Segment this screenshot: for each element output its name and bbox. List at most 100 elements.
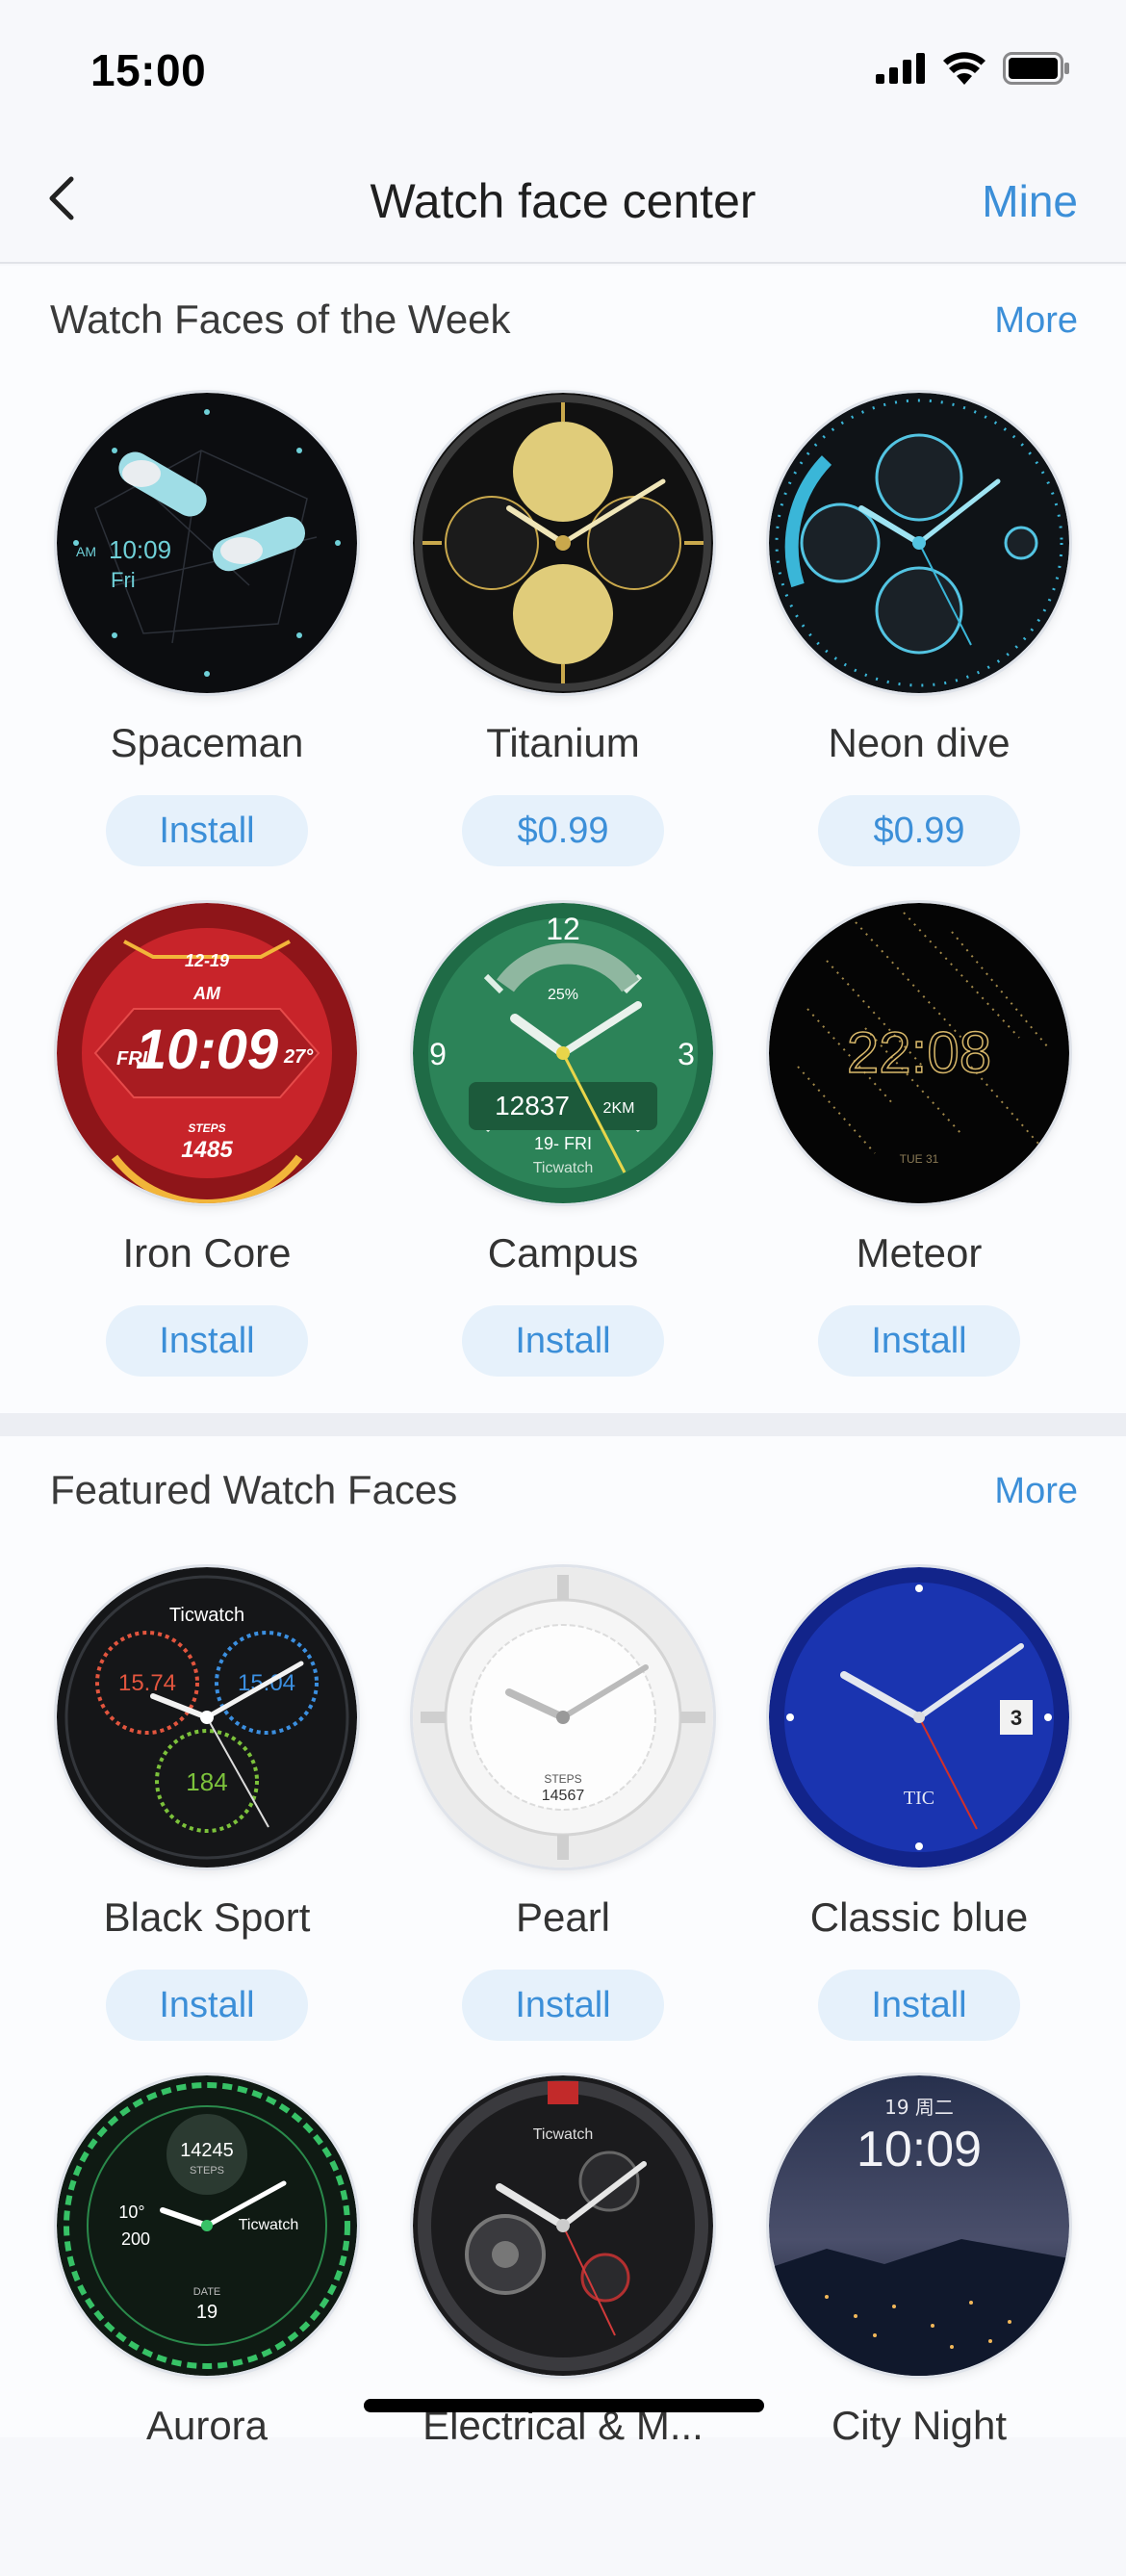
wifi-icon [943, 52, 985, 85]
watch-face-preview[interactable]: AM 10:09 Fri [57, 393, 357, 693]
watch-face-preview[interactable]: 3 TIC [769, 1567, 1069, 1868]
watch-face-card[interactable]: Neon dive $0.99 [741, 393, 1097, 893]
watch-face-preview[interactable]: 19 周二 10:09 [769, 2075, 1069, 2376]
install-button[interactable]: Install [106, 1305, 308, 1377]
steps-value: 14245 [180, 2140, 234, 2161]
status-icons [876, 52, 1070, 85]
nav-bar: Watch face center Mine [0, 144, 1126, 264]
install-button[interactable]: Install [462, 1305, 664, 1377]
face-date: 3 [1011, 1706, 1022, 1730]
face-brand: Ticwatch [239, 2217, 299, 2233]
watch-face-name: Black Sport [103, 1894, 311, 1940]
bottom-value: 184 [186, 1767, 227, 1796]
featured-section: Featured Watch Faces More Ticwatch 15.74… [0, 1436, 1126, 2448]
watch-face-name: Spaceman [110, 720, 304, 765]
watch-face-name: Pearl [515, 1894, 611, 1940]
face-brand: Ticwatch [533, 2126, 594, 2143]
home-indicator [364, 2399, 764, 2412]
watch-face-card[interactable]: STEPS 14567 Pearl Install [385, 1567, 741, 2068]
watch-face-name: City Night [831, 2403, 1008, 2448]
watch-face-name: Iron Core [122, 1230, 292, 1275]
steps-label: STEPS [544, 1772, 581, 1786]
watch-face-preview[interactable]: Ticwatch [413, 2075, 713, 2376]
face-time: 10:09 [109, 535, 171, 564]
left-value: 15.74 [118, 1670, 176, 1696]
hour-12: 12 [546, 912, 580, 946]
section-divider [0, 1413, 1126, 1436]
section-header: Featured Watch Faces More [0, 1436, 1126, 1542]
face-brand: TIC [904, 1788, 934, 1809]
face-date: 12-19 [185, 951, 229, 970]
face-day: FRI [116, 1048, 148, 1069]
watch-face-card[interactable]: 22:08 TUE 31 Meteor Install [741, 903, 1097, 1404]
watch-face-card[interactable]: 19 周二 10:09 City Night [741, 2075, 1097, 2576]
hour-3: 3 [678, 1037, 695, 1071]
face-date: TUE 31 [900, 1152, 939, 1166]
ampm-label: AM [192, 984, 221, 1003]
watch-face-preview[interactable]: 12 3 9 25% 12837 2KM 19- FRI Ticwatch [413, 903, 713, 1203]
signal-icon [876, 53, 925, 84]
face-brand: Ticwatch [169, 1605, 244, 1626]
ampm-label: AM [76, 544, 96, 559]
face-temp: 27° [283, 1046, 314, 1068]
hour-9: 9 [429, 1037, 447, 1071]
battery-icon [1003, 52, 1069, 85]
status-time: 15:00 [90, 45, 207, 95]
week-section: Watch Faces of the Week More AM 10:09 Fr… [0, 266, 1126, 1413]
face-day: Fri [111, 568, 136, 592]
watch-face-card[interactable]: Ticwatch Electrical & M... [385, 2075, 741, 2576]
more-link[interactable]: More [994, 1471, 1078, 1512]
watch-face-name: Aurora [145, 2403, 269, 2448]
price-button[interactable]: $0.99 [818, 795, 1020, 866]
face-value: 200 [121, 2229, 150, 2249]
steps-label: STEPS [190, 2165, 224, 2177]
install-button[interactable]: Install [818, 1305, 1020, 1377]
watch-face-preview[interactable]: Ticwatch 15.74 15.04 184 [57, 1567, 357, 1868]
install-button[interactable]: Install [818, 1970, 1020, 2041]
steps-value: 12837 [495, 1091, 570, 1121]
face-date: 19 [196, 2302, 218, 2323]
watch-face-card[interactable]: 3 TIC Classic blue Install [741, 1567, 1097, 2068]
watch-face-card[interactable]: 12-19 AM 10:09 FRI 27° STEPS 1485 Iron C… [29, 903, 385, 1404]
watch-face-preview[interactable]: STEPS 14567 [413, 1567, 713, 1868]
battery-pct: 25% [548, 987, 578, 1003]
more-link[interactable]: More [994, 300, 1078, 342]
watch-face-name: Neon dive [828, 720, 1011, 765]
watch-face-name: Classic blue [809, 1894, 1029, 1940]
face-date: 19 周二 [884, 2096, 954, 2119]
watch-face-card[interactable]: Titanium $0.99 [385, 393, 741, 893]
mine-link[interactable]: Mine [982, 175, 1078, 227]
watch-face-name: Campus [487, 1230, 639, 1275]
watch-face-preview[interactable] [413, 393, 713, 693]
face-temp: 10° [118, 2202, 144, 2222]
watch-face-name: Titanium [486, 720, 640, 765]
section-title: Featured Watch Faces [50, 1467, 458, 1512]
price-button[interactable]: $0.99 [462, 795, 664, 866]
steps-label: STEPS [188, 1121, 225, 1135]
watch-face-card[interactable]: 14245 STEPS Ticwatch 10° 200 DATE 19 Aur… [29, 2075, 385, 2576]
date-label: DATE [193, 2286, 221, 2298]
install-button[interactable]: Install [106, 1970, 308, 2041]
watch-face-card[interactable]: 12 3 9 25% 12837 2KM 19- FRI Ticwatch Ca… [385, 903, 741, 1404]
install-button[interactable]: Install [106, 795, 308, 866]
watch-face-preview[interactable]: 22:08 TUE 31 [769, 903, 1069, 1203]
section-header: Watch Faces of the Week More [0, 266, 1126, 372]
watch-face-card[interactable]: AM 10:09 Fri Spaceman Install [29, 393, 385, 893]
face-date: 19- FRI [534, 1134, 592, 1153]
status-bar: 15:00 [0, 0, 1126, 144]
steps-value: 1485 [181, 1137, 233, 1163]
distance-value: 2KM [603, 1100, 635, 1117]
install-button[interactable]: Install [462, 1970, 664, 2041]
watch-face-name: Meteor [856, 1230, 983, 1275]
section-title: Watch Faces of the Week [50, 296, 511, 342]
face-time: 10:09 [857, 2122, 982, 2177]
watch-face-preview[interactable] [769, 393, 1069, 693]
face-brand: Ticwatch [533, 1160, 594, 1176]
page-title: Watch face center [370, 174, 756, 228]
watch-face-preview[interactable]: 12-19 AM 10:09 FRI 27° STEPS 1485 [57, 903, 357, 1203]
watch-face-preview[interactable]: 14245 STEPS Ticwatch 10° 200 DATE 19 [57, 2075, 357, 2376]
steps-value: 14567 [542, 1788, 585, 1804]
face-time: 10:09 [136, 1018, 278, 1081]
watch-face-card[interactable]: Ticwatch 15.74 15.04 184 Black Sport Ins… [29, 1567, 385, 2068]
face-time: 22:08 [847, 1020, 991, 1085]
